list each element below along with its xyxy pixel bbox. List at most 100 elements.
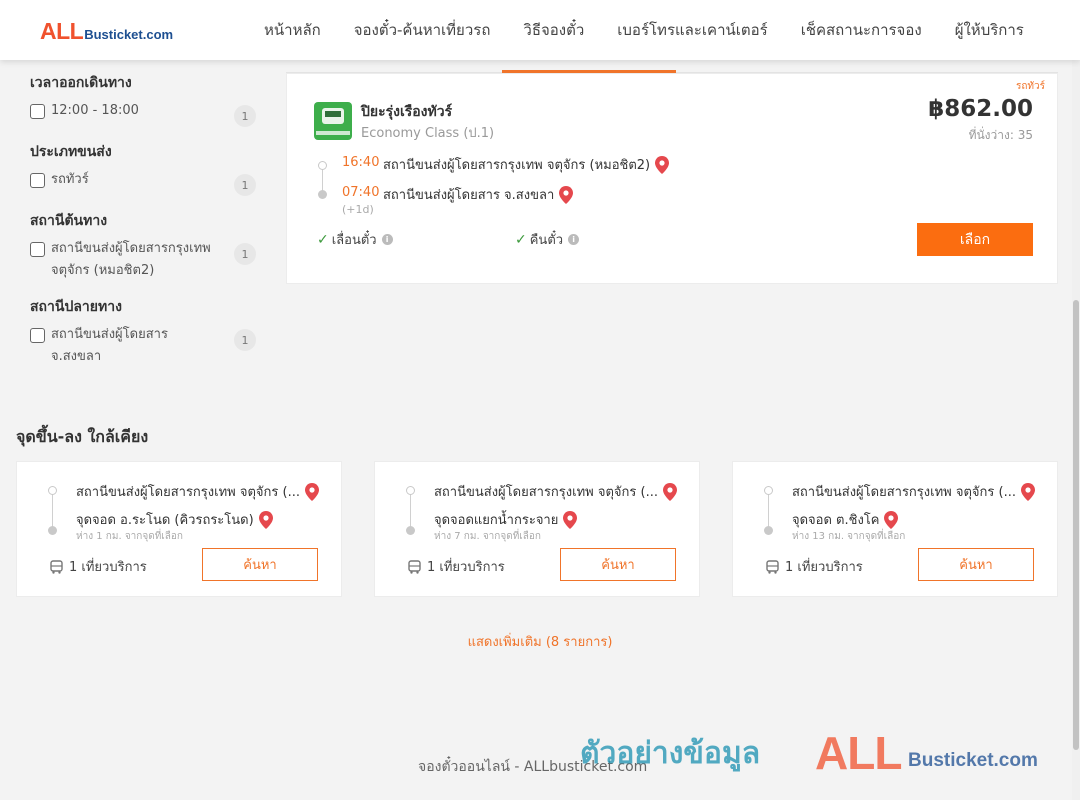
map-pin-icon[interactable]: [304, 482, 319, 501]
filter-label: สถานีขนส่งผู้โดยสาร จ.สงขลา: [30, 327, 221, 368]
filter-departure-time: เวลาออกเดินทาง 12:00 - 18:00 1: [30, 72, 256, 127]
info-icon[interactable]: i: [568, 234, 580, 245]
nearby-card: สถานีขนส่งผู้โดยสารกรุงเทพ จตุจักร (... …: [732, 461, 1058, 597]
nearby-distance: ห่าง 1 กม. จากจุดที่เลือก: [76, 531, 183, 542]
filter-label: สถานีขนส่งผู้โดยสารกรุงเทพ จตุจักร (หมอช…: [30, 241, 221, 282]
feature-refund-ticket: ✓ คืนตั๋ว i: [515, 229, 580, 250]
nearby-origin: สถานีขนส่งผู้โดยสารกรุงเทพ จตุจักร (...: [792, 481, 1035, 502]
map-pin-icon[interactable]: [559, 185, 574, 204]
arrival-time: 07:40: [342, 185, 380, 200]
destination-dot-icon: [406, 526, 415, 535]
nearby-stops-title: จุดขึ้น-ลง ใกล้เคียง: [16, 427, 149, 446]
filter-option-label: รถทัวร์: [51, 172, 89, 187]
info-icon[interactable]: i: [381, 234, 393, 245]
seats-available: ที่นั่งว่าง: 35: [968, 128, 1033, 142]
nearby-destination: จุดจอด อ.ระโนด (คิวรถระโนด): [76, 509, 273, 530]
filter-label: 12:00 - 18:00: [30, 103, 221, 122]
filter-checkbox[interactable]: [30, 173, 45, 188]
nav-check-booking[interactable]: เช็คสถานะการจอง: [801, 18, 922, 42]
filter-checkbox[interactable]: [30, 242, 45, 257]
nearby-origin: สถานีขนส่งผู้โดยสารกรุงเทพ จตุจักร (...: [434, 481, 677, 502]
top-header: ALL Busticket.com หน้าหลัก จองตั๋ว-ค้นหา…: [0, 0, 1080, 60]
nearby-destination-name: จุดจอด อ.ระโนด (คิวรถระโนด): [76, 513, 254, 528]
filter-option[interactable]: สถานีขนส่งผู้โดยสารกรุงเทพ จตุจักร (หมอช…: [30, 241, 256, 282]
feature-change-ticket: ✓ เลื่อนตั๋ว i: [317, 229, 393, 250]
filter-count-badge: 1: [234, 174, 256, 196]
map-pin-icon[interactable]: [655, 155, 670, 174]
watermark-logo-all: ALL: [815, 727, 902, 779]
filter-destination: สถานีปลายทาง สถานีขนส่งผู้โดยสาร จ.สงขลา…: [30, 296, 256, 368]
logo-all-text: ALL: [40, 18, 84, 44]
map-pin-icon[interactable]: [258, 510, 273, 529]
sample-data-watermark: ตัวอย่างข้อมูล: [580, 736, 761, 771]
nearby-destination: จุดจอดแยกน้ำกระจาย: [434, 509, 578, 530]
filter-option[interactable]: 12:00 - 18:00 1: [30, 103, 256, 127]
filter-sidebar: เวลาออกเดินทาง 12:00 - 18:00 1 ประเภทขนส…: [30, 68, 256, 382]
filter-count-badge: 1: [234, 243, 256, 265]
check-icon: ✓: [515, 231, 527, 248]
nav-operators[interactable]: ผู้ให้บริการ: [955, 18, 1024, 42]
nearby-trip-count: 1 เที่ยวบริการ: [50, 556, 147, 577]
nearby-origin-name: สถานีขนส่งผู้โดยสารกรุงเทพ จตุจักร (...: [76, 485, 300, 500]
filter-option-label: 12:00 - 18:00: [51, 103, 139, 118]
filter-checkbox[interactable]: [30, 104, 45, 119]
route-timeline-line: [410, 491, 411, 529]
filter-option-label: สถานีขนส่งผู้โดยสารกรุงเทพ จตุจักร (หมอช…: [51, 241, 211, 278]
filter-count-badge: 1: [234, 105, 256, 127]
filter-label: รถทัวร์: [30, 172, 221, 191]
filter-title: ประเภทขนส่ง: [30, 144, 112, 160]
route-timeline-line: [768, 491, 769, 529]
filter-option-label: สถานีขนส่งผู้โดยสาร จ.สงขลา: [51, 327, 168, 364]
site-logo[interactable]: ALL Busticket.com: [40, 18, 173, 45]
nav-how-to-book[interactable]: วิธีจองตั๋ว: [523, 18, 584, 42]
nav-phone-counters[interactable]: เบอร์โทรและเคาน์เตอร์: [617, 18, 767, 42]
map-pin-icon[interactable]: [563, 510, 578, 529]
map-pin-icon[interactable]: [884, 510, 899, 529]
nearby-search-button[interactable]: ค้นหา: [202, 548, 318, 581]
feature-label: เลื่อนตั๋ว: [331, 233, 377, 248]
filter-title: สถานีต้นทาง: [30, 213, 108, 229]
nearby-destination: จุดจอด ต.ชิงโค: [792, 509, 899, 530]
watermark-logo-busticket: Busticket.com: [908, 750, 1038, 771]
origin-dot-icon: [48, 486, 57, 495]
nearby-origin-name: สถานีขนส่งผู้โดยสารกรุงเทพ จตุจักร (...: [434, 485, 658, 500]
filter-origin: สถานีต้นทาง สถานีขนส่งผู้โดยสารกรุงเทพ จ…: [30, 210, 256, 282]
nearby-distance: ห่าง 7 กม. จากจุดที่เลือก: [434, 531, 541, 542]
nearby-destination-name: จุดจอด ต.ชิงโค: [792, 513, 880, 528]
bus-icon: [50, 559, 63, 574]
nearby-search-button[interactable]: ค้นหา: [918, 548, 1034, 581]
scrollbar-thumb[interactable]: [1073, 300, 1079, 750]
nearby-origin-name: สถานีขนส่งผู้โดยสารกรุงเทพ จตุจักร (...: [792, 485, 1016, 500]
nav-home[interactable]: หน้าหลัก: [264, 18, 321, 42]
map-pin-icon[interactable]: [662, 482, 677, 501]
origin-dot-icon: [406, 486, 415, 495]
filter-checkbox[interactable]: [30, 328, 45, 343]
filter-title: เวลาออกเดินทาง: [30, 75, 132, 91]
nearby-card: สถานีขนส่งผู้โดยสารกรุงเทพ จตุจักร (... …: [16, 461, 342, 597]
operator-name: ปิยะรุ่งเรืองทัวร์: [361, 104, 453, 120]
operator-logo: [314, 102, 352, 140]
nav-book-search[interactable]: จองตั๋ว-ค้นหาเที่ยวรถ: [354, 18, 491, 42]
nearby-destination-name: จุดจอดแยกน้ำกระจาย: [434, 513, 559, 528]
nearby-trip-count: 1 เที่ยวบริการ: [766, 556, 863, 577]
route-timeline-line: [52, 491, 53, 529]
nearby-trip-count: 1 เที่ยวบริการ: [408, 556, 505, 577]
departure-time: 16:40: [342, 155, 380, 170]
trip-count-label: 1 เที่ยวบริการ: [69, 560, 147, 575]
map-pin-icon[interactable]: [1020, 482, 1035, 501]
filter-count-badge: 1: [234, 329, 256, 351]
trip-card: รถทัวร์ ปิยะรุ่งเรืองทัวร์ Economy Class…: [286, 73, 1058, 284]
select-trip-button[interactable]: เลือก: [917, 223, 1033, 256]
feature-label: คืนตั๋ว: [529, 233, 564, 248]
bus-icon: [322, 108, 344, 124]
bus-class: Economy Class (ป.1): [361, 126, 495, 141]
show-more-link[interactable]: แสดงเพิ่มเติม (8 รายการ): [0, 631, 1080, 652]
filter-option[interactable]: รถทัวร์ 1: [30, 172, 256, 196]
departure-dot-icon: [318, 161, 327, 170]
main-nav: หน้าหลัก จองตั๋ว-ค้นหาเที่ยวรถ วิธีจองตั…: [264, 0, 1024, 60]
arrival-station-name: สถานีขนส่งผู้โดยสาร จ.สงขลา: [383, 188, 555, 203]
operator-logo-strip: [316, 131, 350, 135]
filter-option[interactable]: สถานีขนส่งผู้โดยสาร จ.สงขลา 1: [30, 327, 256, 368]
nearby-search-button[interactable]: ค้นหา: [560, 548, 676, 581]
bus-icon: [766, 559, 779, 574]
